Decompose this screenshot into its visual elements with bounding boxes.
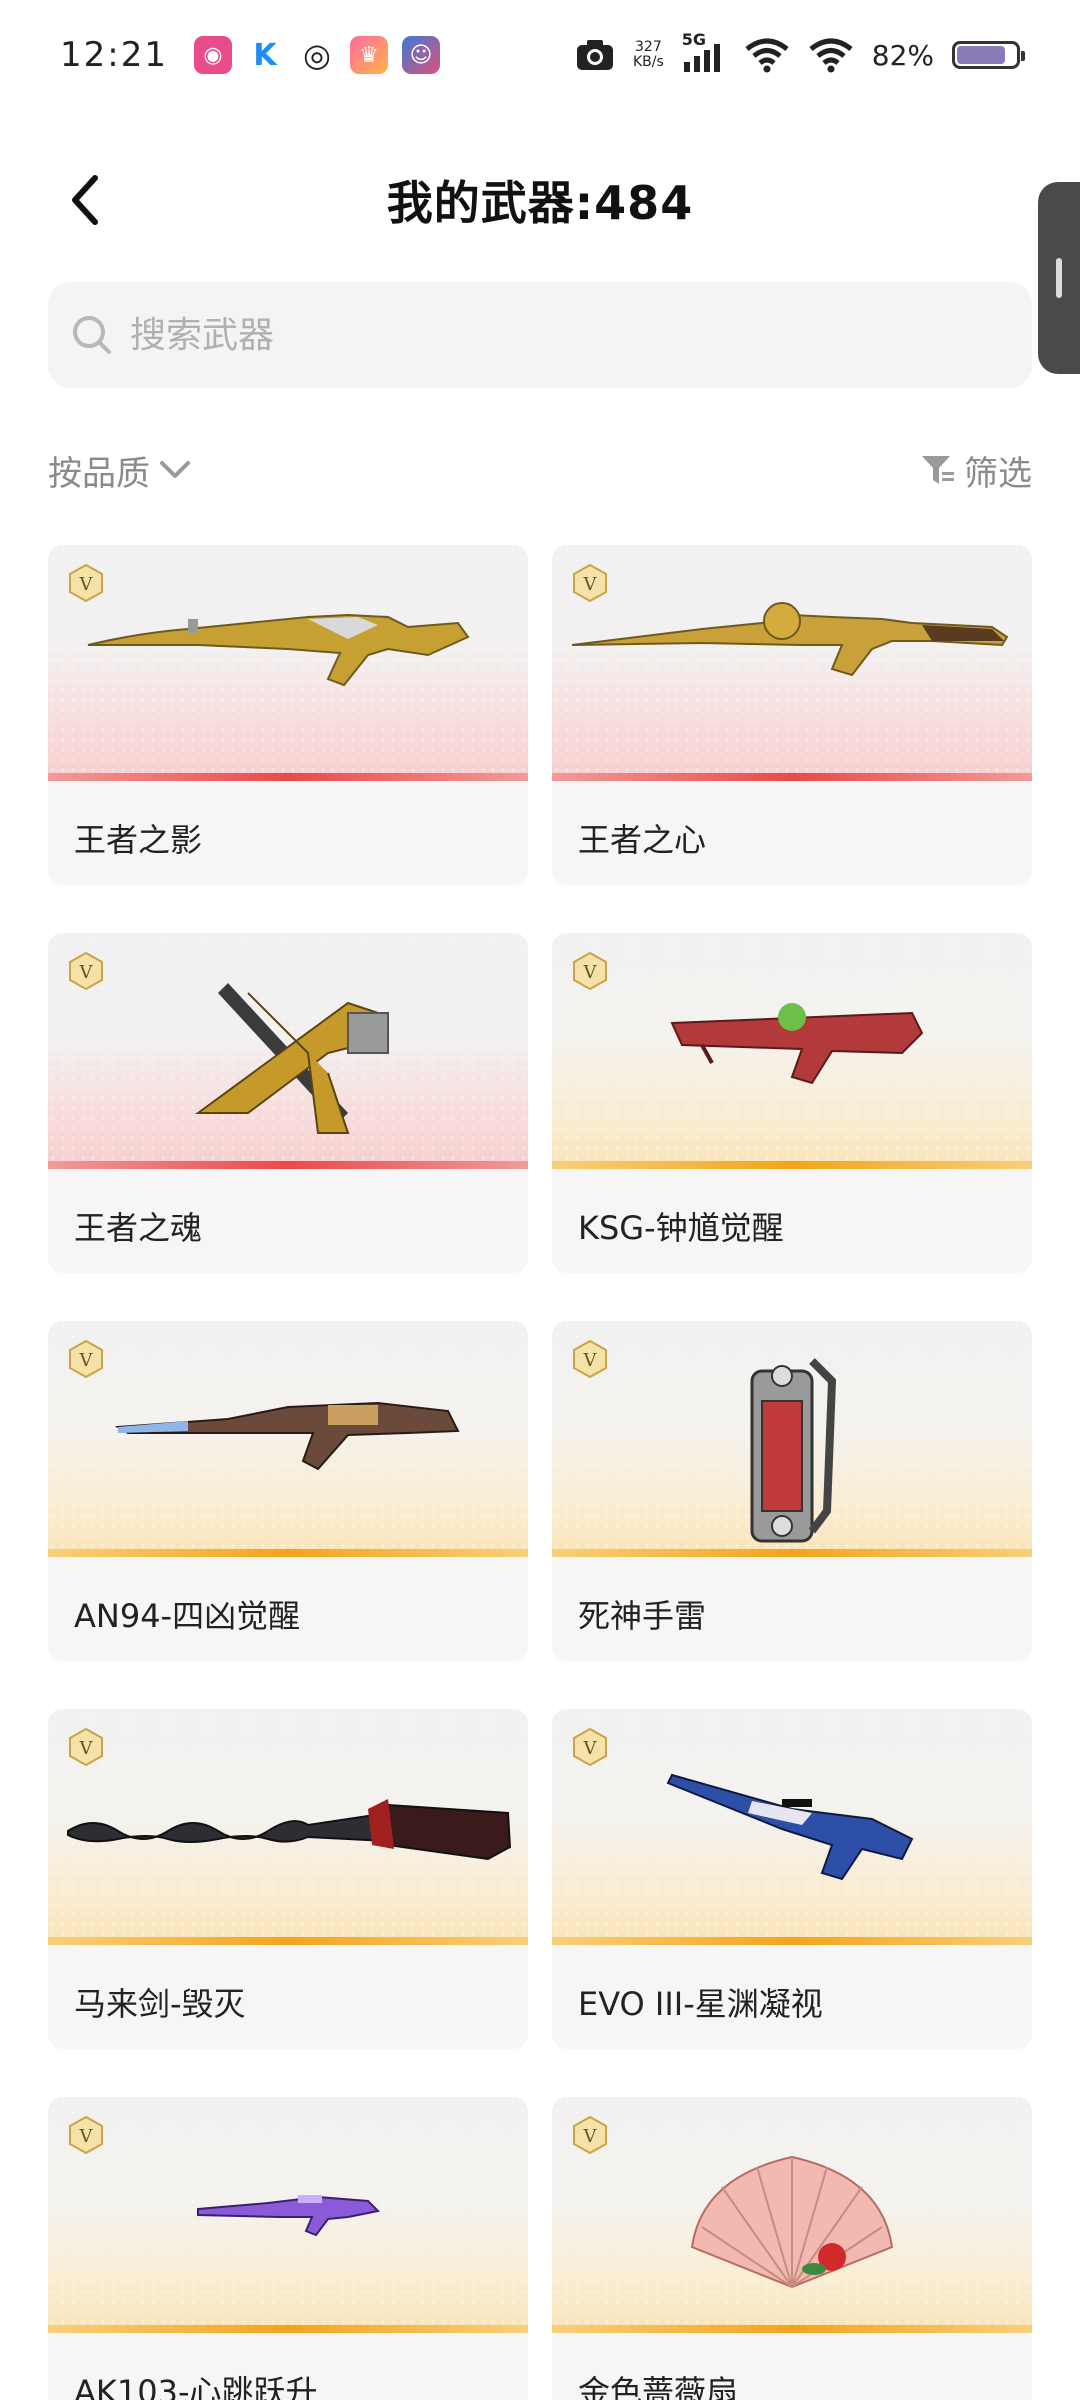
vip-badge-icon: V [570,951,610,991]
vip-badge-icon: V [66,951,106,991]
smg-icon [666,1773,914,1881]
weapon-card-image: V [552,933,1032,1169]
network-speed-value: 327 [635,39,662,55]
search-bar[interactable] [48,282,1032,388]
netease-icon: ◎ [297,36,336,74]
app-notification-icon: ◉ [193,36,232,74]
weapon-card-image: V [552,2097,1032,2333]
weapon-card-image: V [552,1709,1032,1945]
rifle-icon [87,613,470,687]
funnel-icon [922,456,954,484]
weapon-name: AN94-四凶觉醒 [74,1597,301,1635]
crown-app-icon: ♛ [349,36,388,74]
weapon-name: 王者之心 [578,821,707,859]
weapon-card-image: V [48,2097,528,2333]
status-right: 327 KB/s 5G 82% [575,30,1025,74]
weapon-card[interactable]: V 王者之心 [552,545,1032,885]
weapon-list-page: 12:21 ◉ K ◎ ♛ ☺ 327 KB/s 5G 82% 我的武器:484… [0,0,1080,2400]
svg-text:V: V [583,574,598,595]
vip-badge-icon: V [570,2115,610,2155]
kuaishou-icon: K [245,36,284,74]
game-app-icon: ☺ [401,36,440,74]
weapon-name: 死神手雷 [578,1597,707,1635]
fan-icon [690,2155,894,2289]
status-bar: 12:21 ◉ K ◎ ♛ ☺ 327 KB/s 5G 82% [0,0,1080,110]
rifle-icon [571,602,1009,677]
vip-badge-icon: V [570,1727,610,1767]
svg-text:V: V [79,574,94,595]
svg-text:V: V [583,1350,598,1371]
svg-text:V: V [583,1738,598,1759]
page-header: 我的武器:484 [0,150,1080,250]
network-speed: 327 KB/s [633,40,664,70]
weapon-card-image: V [48,1321,528,1557]
cell-signal-icon: 5G [682,30,726,74]
sort-label: 按品质 [48,453,150,494]
weapon-card[interactable]: V 王者之魂 [48,933,528,1273]
status-left: 12:21 ◉ K ◎ ♛ ☺ [60,35,440,75]
clock: 12:21 [60,35,168,75]
svg-text:V: V [583,962,598,983]
weapon-card[interactable]: V 王者之影 [48,545,528,885]
weapon-card-image: V [552,1321,1032,1557]
battery-icon [952,41,1025,69]
weapon-card[interactable]: V EVO III-星渊凝视 [552,1709,1032,2049]
page-title: 我的武器:484 [386,176,694,230]
svg-text:V: V [79,2126,94,2147]
weapon-name: 王者之魂 [74,1209,203,1247]
shotgun-icon [670,1003,924,1085]
vip-badge-icon: V [66,1339,106,1379]
search-icon [73,316,111,354]
weapon-card[interactable]: V AN94-四凶觉醒 [48,1321,528,1661]
vip-badge-icon: V [66,2115,106,2155]
svg-text:V: V [79,1350,94,1371]
weapon-card-image: V [48,1709,528,1945]
network-speed-unit: KB/s [632,54,664,70]
search-input[interactable] [128,313,952,357]
vip-badge-icon: V [66,1727,106,1767]
weapon-card[interactable]: V AK103-心跳跃升 [48,2097,528,2400]
filter-button[interactable]: 筛选 [920,446,1032,495]
vip-badge-icon: V [570,563,610,603]
weapon-grid: V 王者之影 V 王者之心 V 王者之魂 V KSG-钟馗觉醒 V AN94-四… [48,545,1032,2400]
kris-sword-icon [67,1799,512,1861]
weapon-name: EVO III-星渊凝视 [578,1985,823,2023]
weapon-card[interactable]: V 金色蔷薇扇 [552,2097,1032,2400]
filter-row: 按品质 筛选 [48,440,1032,500]
sort-by-quality-dropdown[interactable]: 按品质 [48,446,192,495]
battery-percent: 82% [871,38,934,72]
wifi-icon-2 [809,38,853,73]
side-drawer-handle[interactable] [1038,182,1080,374]
crossed-pistols-icon [194,983,390,1134]
weapon-card[interactable]: V 马来剑-毁灭 [48,1709,528,2049]
weapon-name: KSG-钟馗觉醒 [578,1209,784,1247]
weapon-card[interactable]: V KSG-钟馗觉醒 [552,933,1032,1273]
filter-label: 筛选 [964,453,1032,494]
camera-icon [576,40,613,70]
weapon-card[interactable]: V 死神手雷 [552,1321,1032,1661]
vip-badge-icon: V [570,1339,610,1379]
weapon-card-image: V [48,545,528,781]
weapon-name: 王者之影 [74,821,203,859]
weapon-card-image: V [552,545,1032,781]
vip-badge-icon: V [66,563,106,603]
grenade-icon [750,1358,837,1543]
battery-fill [957,46,1005,64]
back-button[interactable] [55,168,115,232]
rifle-icon [197,2195,381,2237]
svg-text:V: V [79,962,94,983]
rifle-icon [114,1401,460,1471]
weapon-name: 马来剑-毁灭 [74,1985,246,2023]
svg-text:V: V [583,2126,598,2147]
wifi-icon [745,38,789,73]
svg-text:V: V [79,1738,94,1759]
chevron-left-icon [72,175,98,225]
weapon-name: AK103-心跳跃升 [74,2373,318,2400]
chevron-down-icon [160,461,190,478]
weapon-name: 金色蔷薇扇 [578,2373,739,2400]
weapon-card-image: V [48,933,528,1169]
